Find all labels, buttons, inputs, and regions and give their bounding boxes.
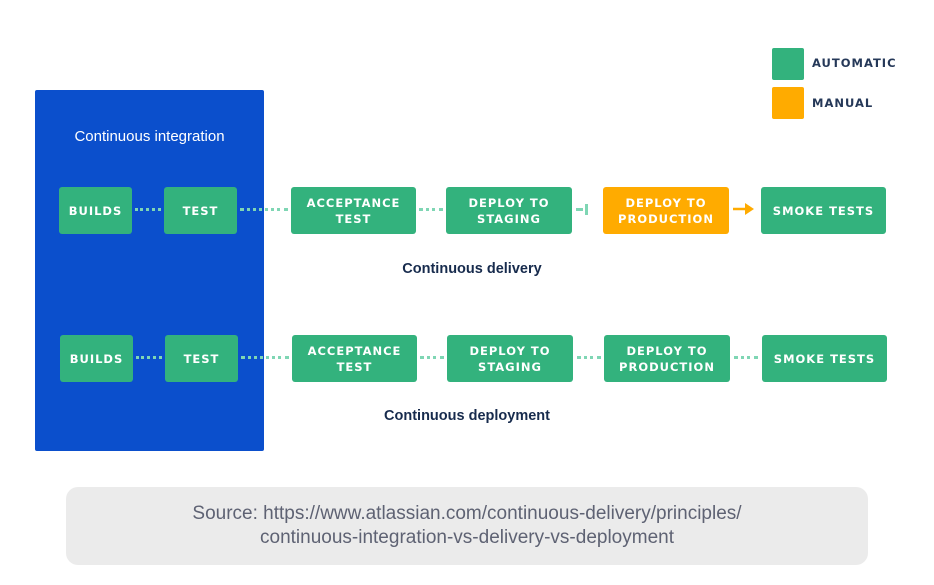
arrow-right-icon	[733, 203, 754, 215]
connector-dots	[241, 356, 289, 359]
deployment-step-test: TEST	[165, 335, 238, 382]
delivery-step-acceptance-test: ACCEPTANCE TEST	[291, 187, 416, 234]
connector-dots	[135, 208, 161, 211]
delivery-step-test: TEST	[164, 187, 237, 234]
deployment-step-acceptance-test: ACCEPTANCE TEST	[292, 335, 417, 382]
source-line-2: continuous-integration-vs-delivery-vs-de…	[260, 527, 674, 548]
connector-dots	[734, 356, 758, 359]
continuous-integration-title: Continuous integration	[74, 128, 225, 145]
source-line-1: Source: https://www.atlassian.com/contin…	[192, 503, 742, 524]
continuous-deployment-label: Continuous deployment	[384, 408, 550, 424]
connector-dots	[577, 356, 601, 359]
delivery-step-deploy-to-production: DEPLOY TO PRODUCTION	[603, 187, 729, 234]
deployment-step-smoke-tests: SMOKE TESTS	[762, 335, 887, 382]
manual-gate-marker	[585, 204, 588, 215]
deployment-step-deploy-to-production: DEPLOY TO PRODUCTION	[604, 335, 730, 382]
delivery-step-deploy-to-staging: DEPLOY TO STAGING	[446, 187, 572, 234]
deployment-step-deploy-to-staging: DEPLOY TO STAGING	[447, 335, 573, 382]
legend-label-manual: MANUAL	[812, 96, 874, 110]
continuous-delivery-label: Continuous delivery	[402, 261, 542, 277]
legend-label-automatic: AUTOMATIC	[812, 56, 897, 70]
connector-dots	[240, 208, 288, 211]
connector-dots	[419, 208, 443, 211]
connector-dots	[136, 356, 162, 359]
legend-swatch-manual	[772, 87, 804, 119]
delivery-step-smoke-tests: SMOKE TESTS	[761, 187, 886, 234]
legend-swatch-automatic	[772, 48, 804, 80]
deployment-step-builds: BUILDS	[60, 335, 133, 382]
connector-dots	[576, 208, 582, 211]
source-citation: Source: https://www.atlassian.com/contin…	[66, 487, 868, 565]
connector-dots	[420, 356, 444, 359]
delivery-step-builds: BUILDS	[59, 187, 132, 234]
